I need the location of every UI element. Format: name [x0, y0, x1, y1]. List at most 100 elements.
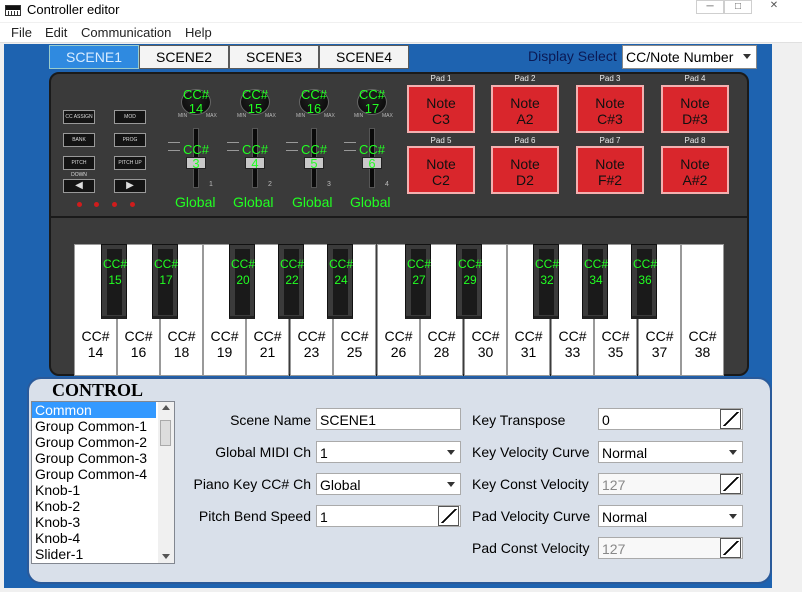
prog-button[interactable]: PROG — [114, 133, 146, 147]
black-key[interactable]: CC# 32 — [533, 244, 559, 319]
chevron-down-icon — [447, 482, 455, 487]
key-velocity-curve-select[interactable]: Normal — [598, 441, 743, 463]
pad-7-tag: Pad 7 — [599, 136, 621, 145]
slider-scale-line — [344, 142, 356, 143]
pad-3[interactable]: Note C#3 — [576, 85, 644, 133]
slider-3-channel: Global — [292, 194, 333, 210]
pad-7[interactable]: Note F#2 — [576, 146, 644, 194]
knob-max-tick: MAX — [382, 113, 393, 119]
knob-max-tick: MAX — [206, 113, 217, 119]
piano-key-cc-ch-label: Piano Key CC# Ch — [193, 476, 311, 492]
pad-1[interactable]: Note C3 — [407, 85, 475, 133]
chevron-down-icon — [729, 450, 737, 455]
slider-scale-line — [227, 142, 239, 143]
key-const-velocity-spinner-icon[interactable] — [720, 474, 741, 494]
pad-6[interactable]: Note D2 — [491, 146, 559, 194]
piano-key-cc-ch-select[interactable]: Global — [316, 473, 461, 495]
pitch-up-button[interactable]: PITCH UP — [114, 156, 146, 170]
display-select-dropdown[interactable]: CC/Note Number — [622, 45, 757, 69]
slider-4-channel: Global — [350, 194, 391, 210]
scene-name-input[interactable]: SCENE1 — [316, 408, 461, 430]
menu-help[interactable]: Help — [185, 25, 212, 40]
scroll-thumb[interactable] — [160, 420, 171, 446]
knob-2-cc-label: CC# 15 — [241, 87, 268, 116]
pitch-bend-speed-label: Pitch Bend Speed — [198, 508, 311, 524]
mod-button[interactable]: MOD — [114, 110, 146, 124]
chevron-down-icon — [447, 450, 455, 455]
list-item[interactable]: Slider-1 — [32, 546, 156, 562]
black-key[interactable]: CC# 20 — [229, 244, 255, 319]
list-item[interactable]: Knob-3 — [32, 514, 156, 530]
black-key[interactable]: CC# 29 — [456, 244, 482, 319]
pad-const-velocity-spinner-icon[interactable] — [720, 538, 741, 558]
maximize-button[interactable]: □ — [724, 0, 752, 14]
slider-2-cc-label: CC# 4 — [241, 142, 268, 171]
list-item[interactable]: Group Common-1 — [32, 418, 156, 434]
close-button[interactable]: ✕ — [752, 0, 796, 14]
knob-max-tick: MAX — [265, 113, 276, 119]
scroll-down-icon[interactable] — [162, 554, 170, 559]
black-key[interactable]: CC# 15 — [101, 244, 127, 319]
minimize-button[interactable]: ─ — [696, 0, 724, 14]
list-item[interactable]: Group Common-2 — [32, 434, 156, 450]
black-key[interactable]: CC# 36 — [631, 244, 657, 319]
tab-scene4[interactable]: SCENE4 — [319, 45, 409, 69]
black-key[interactable]: CC# 34 — [582, 244, 608, 319]
pitch-down-button[interactable]: PITCH DOWN — [63, 156, 95, 178]
tab-scene1[interactable]: SCENE1 — [49, 45, 139, 69]
list-item[interactable]: Group Common-4 — [32, 466, 156, 482]
tab-scene3[interactable]: SCENE3 — [229, 45, 319, 69]
prev-arrow-button[interactable]: ◀ — [63, 179, 95, 193]
slider-scale-line — [168, 142, 180, 143]
scroll-up-icon[interactable] — [162, 405, 170, 410]
pad-4-tag: Pad 4 — [684, 74, 706, 83]
led-indicator — [77, 202, 82, 207]
control-category-list[interactable]: Common Group Common-1 Group Common-2 Gro… — [31, 401, 175, 564]
tab-scene2[interactable]: SCENE2 — [139, 45, 229, 69]
white-key[interactable]: CC# 38 — [681, 244, 724, 376]
slider-1-cc-label: CC# 3 — [182, 142, 209, 171]
slider-4-number: 4 — [385, 181, 389, 188]
list-scrollbar[interactable] — [158, 402, 174, 563]
cc-assign-button[interactable]: CC ASSIGN — [63, 110, 95, 124]
black-key[interactable]: CC# 22 — [278, 244, 304, 319]
pad-5-tag: Pad 5 — [430, 136, 452, 145]
pad-8[interactable]: Note A#2 — [661, 146, 729, 194]
knob-min-tick: MIN — [178, 113, 188, 119]
window-edge — [772, 44, 802, 592]
pitch-bend-speed-spinner-icon[interactable] — [438, 506, 459, 526]
slider-scale-line — [286, 142, 298, 143]
key-transpose-spinner-icon[interactable] — [720, 409, 741, 429]
black-key[interactable]: CC# 27 — [405, 244, 431, 319]
key-velocity-curve-label: Key Velocity Curve — [472, 444, 590, 460]
slider-2-channel: Global — [233, 194, 274, 210]
pad-4[interactable]: Note D#3 — [661, 85, 729, 133]
global-midi-ch-select[interactable]: 1 — [316, 441, 461, 463]
black-key[interactable]: CC# 17 — [152, 244, 178, 319]
pad-3-tag: Pad 3 — [599, 74, 621, 83]
pad-velocity-curve-select[interactable]: Normal — [598, 505, 743, 527]
pad-2[interactable]: Note A2 — [491, 85, 559, 133]
pad-5[interactable]: Note C2 — [407, 146, 475, 194]
key-const-velocity-label: Key Const Velocity — [472, 476, 589, 492]
list-item[interactable]: Knob-1 — [32, 482, 156, 498]
menu-edit[interactable]: Edit — [45, 25, 67, 40]
pad-6-tag: Pad 6 — [514, 136, 536, 145]
list-item[interactable]: Common — [32, 402, 156, 418]
global-midi-ch-value: 1 — [320, 445, 328, 461]
global-midi-ch-label: Global MIDI Ch — [215, 444, 311, 460]
slider-2-number: 2 — [268, 181, 272, 188]
pad-1-tag: Pad 1 — [430, 74, 452, 83]
slider-scale-line — [344, 150, 356, 151]
list-item[interactable]: Knob-4 — [32, 530, 156, 546]
bank-button[interactable]: BANK — [63, 133, 95, 147]
list-item[interactable]: Group Common-3 — [32, 450, 156, 466]
next-arrow-button[interactable]: ▶ — [114, 179, 146, 193]
menu-file[interactable]: File — [11, 25, 32, 40]
menu-communication[interactable]: Communication — [81, 25, 171, 40]
black-key[interactable]: CC# 24 — [327, 244, 353, 319]
list-item[interactable]: Knob-2 — [32, 498, 156, 514]
knob-min-tick: MIN — [296, 113, 306, 119]
piano-key-cc-ch-value: Global — [320, 477, 361, 493]
pad-2-tag: Pad 2 — [514, 74, 536, 83]
